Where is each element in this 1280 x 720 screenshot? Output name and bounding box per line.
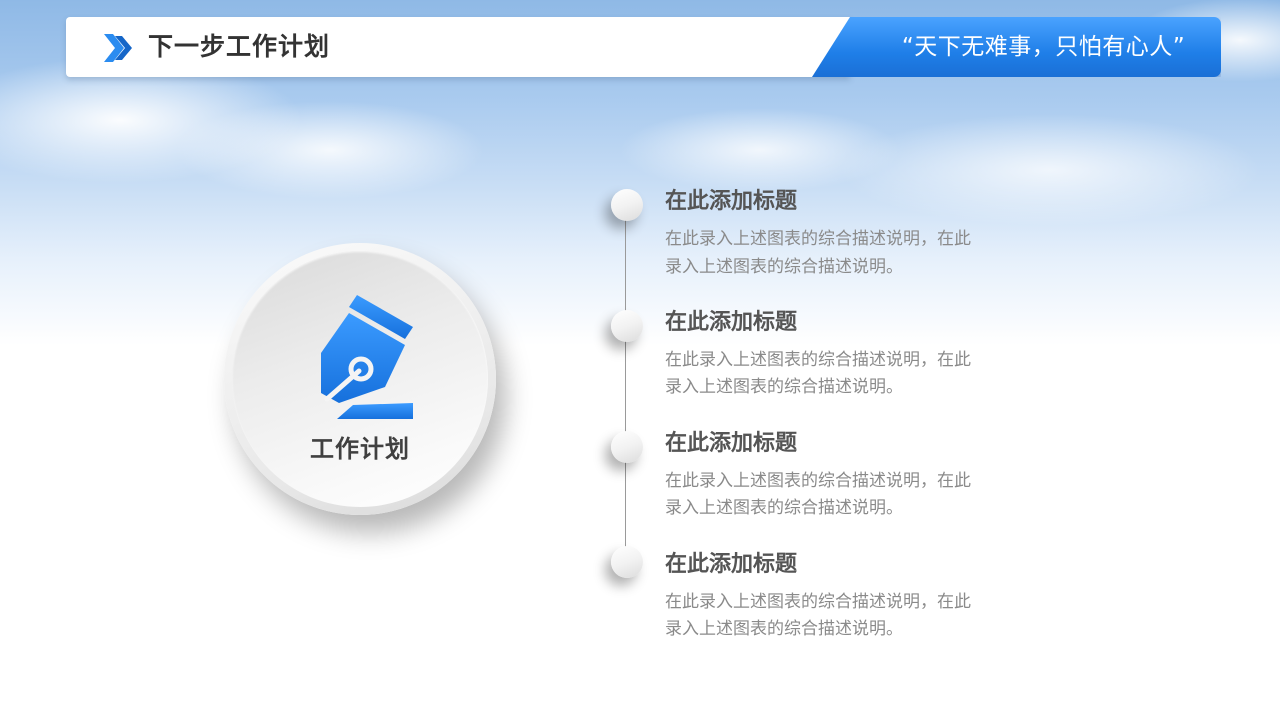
item-title-3[interactable]: 在此添加标题 xyxy=(665,430,1065,458)
item-title-4[interactable]: 在此添加标题 xyxy=(665,551,1065,579)
item-desc-4-line-2[interactable]: 录入上述图表的综合描述说明。 xyxy=(665,615,1015,643)
item-desc-4-line-1[interactable]: 在此录入上述图表的综合描述说明，在此 xyxy=(665,588,1015,616)
slogan-text: “天下无难事，只怕有心人” xyxy=(901,34,1186,60)
header-bar: 下一步工作计划 “天下无难事，只怕有心人” xyxy=(66,17,1221,77)
item-desc-1-line-1[interactable]: 在此录入上述图表的综合描述说明，在此 xyxy=(665,225,1015,253)
item-title-2[interactable]: 在此添加标题 xyxy=(665,309,1065,337)
item-title-1[interactable]: 在此添加标题 xyxy=(665,188,1065,216)
fountain-pen-icon xyxy=(321,295,413,419)
header-title-panel: 下一步工作计划 xyxy=(66,17,850,77)
center-badge-inner: 工作计划 xyxy=(232,251,488,507)
sky-background xyxy=(0,0,1280,720)
timeline-node xyxy=(611,310,643,342)
timeline-node xyxy=(611,546,643,578)
timeline-line xyxy=(625,205,626,563)
item-desc-2-line-2[interactable]: 录入上述图表的综合描述说明。 xyxy=(665,373,1015,401)
item-desc-2-line-1[interactable]: 在此录入上述图表的综合描述说明，在此 xyxy=(665,346,1015,374)
page-title: 下一步工作计划 xyxy=(148,32,331,61)
item-desc-3-line-2[interactable]: 录入上述图表的综合描述说明。 xyxy=(665,494,1015,522)
center-label: 工作计划 xyxy=(310,435,410,463)
item-desc-3-line-1[interactable]: 在此录入上述图表的综合描述说明，在此 xyxy=(665,467,1015,495)
double-chevron-right-icon xyxy=(104,34,132,62)
center-badge: 工作计划 xyxy=(224,243,496,515)
timeline-node xyxy=(611,431,643,463)
item-desc-1-line-2[interactable]: 录入上述图表的综合描述说明。 xyxy=(665,253,1015,281)
timeline-node xyxy=(611,189,643,221)
